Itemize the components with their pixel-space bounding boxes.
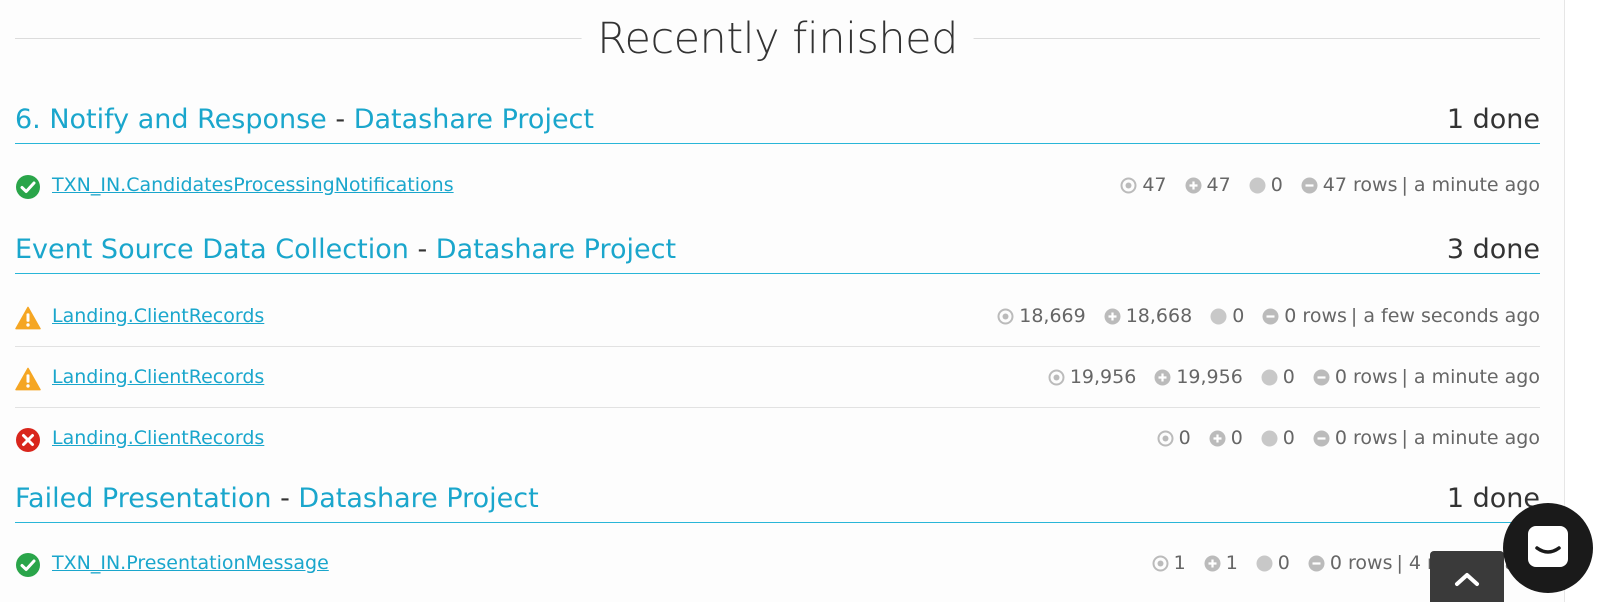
inserted-count: 18,668 [1125, 305, 1193, 327]
table-row: Landing.ClientRecords 18,669 18,668 0 0 … [15, 287, 1540, 347]
chat-icon [1528, 526, 1568, 567]
rows-count: 47 rows [1322, 174, 1398, 196]
updated-count: 0 [1282, 366, 1295, 388]
updated-count: 0 [1277, 552, 1290, 574]
recently-finished-panel: Recently finished 6. Notify and Response… [0, 0, 1565, 602]
job-name-link[interactable]: Landing.ClientRecords [52, 366, 264, 388]
group-title: Event Source Data Collection - Datashare… [15, 234, 676, 265]
group-name-link[interactable]: Event Source Data Collection [15, 234, 409, 265]
group-count: 3 done [1446, 234, 1540, 265]
section-title: Recently finished [581, 14, 974, 64]
minus-circle-icon [1313, 369, 1330, 385]
plus-circle-icon [1209, 430, 1226, 446]
dot-circle-icon [1249, 177, 1266, 193]
group-header-failed-presentation: Failed Presentation - Datashare Project … [15, 481, 1540, 523]
inserted-count: 19,956 [1176, 366, 1243, 388]
target-icon [1157, 430, 1174, 446]
finished-time: | a minute ago [1401, 366, 1540, 388]
inserted-count: 47 [1206, 174, 1231, 196]
check-circle-icon [16, 553, 40, 577]
inserted-count: 1 [1225, 552, 1238, 574]
project-link[interactable]: Datashare Project [354, 104, 594, 135]
group-title: Failed Presentation - Datashare Project [15, 483, 539, 514]
minus-circle-icon [1308, 555, 1325, 571]
finished-time: | a minute ago [1401, 174, 1540, 196]
row-stats: 0 0 0 0 rows | a minute ago [1157, 427, 1540, 449]
rows-count: 0 rows [1334, 427, 1398, 449]
warning-triangle-icon [15, 306, 41, 330]
job-name-link[interactable]: Landing.ClientRecords [52, 427, 264, 449]
project-link[interactable]: Datashare Project [436, 234, 676, 265]
plus-circle-icon [1154, 369, 1171, 385]
updated-count: 0 [1270, 174, 1283, 196]
inserted-count: 0 [1230, 427, 1243, 449]
read-count: 47 [1142, 174, 1167, 196]
finished-time: | a few seconds ago [1350, 305, 1540, 327]
table-row: Landing.ClientRecords 19,956 19,956 0 0 … [15, 348, 1540, 408]
read-count: 18,669 [1019, 305, 1086, 327]
minus-circle-icon [1262, 308, 1279, 324]
minus-circle-icon [1313, 430, 1330, 446]
scroll-to-top-button[interactable] [1430, 551, 1504, 602]
plus-circle-icon [1104, 308, 1121, 324]
minus-circle-icon [1301, 177, 1318, 193]
row-stats: 47 47 0 47 rows | a minute ago [1120, 174, 1540, 196]
read-count: 19,956 [1069, 366, 1137, 388]
job-name-link[interactable]: TXN_IN.CandidatesProcessingNotifications [52, 174, 454, 196]
row-stats: 18,669 18,668 0 0 rows | a few seconds a… [997, 305, 1540, 327]
rows-count: 0 rows [1284, 305, 1347, 327]
read-count: 1 [1173, 552, 1186, 574]
rows-count: 0 rows [1334, 366, 1398, 388]
title-separator: - [417, 234, 436, 265]
dot-circle-icon [1256, 555, 1273, 571]
updated-count: 0 [1282, 427, 1295, 449]
chat-launcher-button[interactable] [1503, 503, 1593, 593]
title-separator: - [280, 483, 299, 514]
updated-count: 0 [1232, 305, 1245, 327]
plus-circle-icon [1185, 177, 1202, 193]
check-circle-icon [16, 175, 40, 199]
error-circle-icon [16, 428, 40, 452]
group-name-link[interactable]: 6. Notify and Response [15, 104, 327, 135]
group-header-event-source: Event Source Data Collection - Datashare… [15, 232, 1540, 274]
finished-time: | a minute ago [1401, 427, 1540, 449]
table-row: TXN_IN.PresentationMessage 1 1 0 0 rows … [15, 534, 1540, 594]
read-count: 0 [1178, 427, 1191, 449]
plus-circle-icon [1204, 555, 1221, 571]
group-title: 6. Notify and Response - Datashare Proje… [15, 104, 594, 135]
warning-triangle-icon [15, 367, 41, 391]
target-icon [1152, 555, 1169, 571]
group-header-notify-response: 6. Notify and Response - Datashare Proje… [15, 102, 1540, 144]
row-stats: 19,956 19,956 0 0 rows | a minute ago [1048, 366, 1540, 388]
project-link[interactable]: Datashare Project [298, 483, 538, 514]
rows-count: 0 rows [1329, 552, 1393, 574]
job-name-link[interactable]: Landing.ClientRecords [52, 305, 264, 327]
section-heading: Recently finished [15, 8, 1540, 72]
target-icon [1048, 369, 1065, 385]
job-name-link[interactable]: TXN_IN.PresentationMessage [52, 552, 329, 574]
dot-circle-icon [1261, 430, 1278, 446]
target-icon [997, 308, 1014, 324]
chevron-up-icon [1455, 573, 1479, 586]
group-name-link[interactable]: Failed Presentation [15, 483, 272, 514]
target-icon [1120, 177, 1137, 193]
dot-circle-icon [1261, 369, 1278, 385]
table-row: TXN_IN.CandidatesProcessingNotifications… [15, 156, 1540, 216]
group-count: 1 done [1446, 104, 1540, 135]
dot-circle-icon [1210, 308, 1227, 324]
table-row: Landing.ClientRecords 0 0 0 0 rows | a m… [15, 409, 1540, 469]
title-separator: - [335, 104, 354, 135]
